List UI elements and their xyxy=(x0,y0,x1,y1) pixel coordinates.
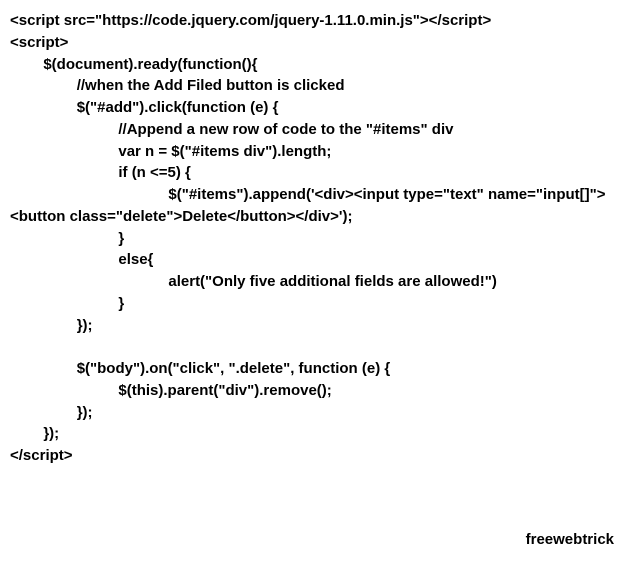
code-line: <script src="https://code.jquery.com/jqu… xyxy=(10,12,606,464)
watermark: freewebtrick xyxy=(526,531,614,548)
code-snippet: <script src="https://code.jquery.com/jqu… xyxy=(10,10,624,467)
